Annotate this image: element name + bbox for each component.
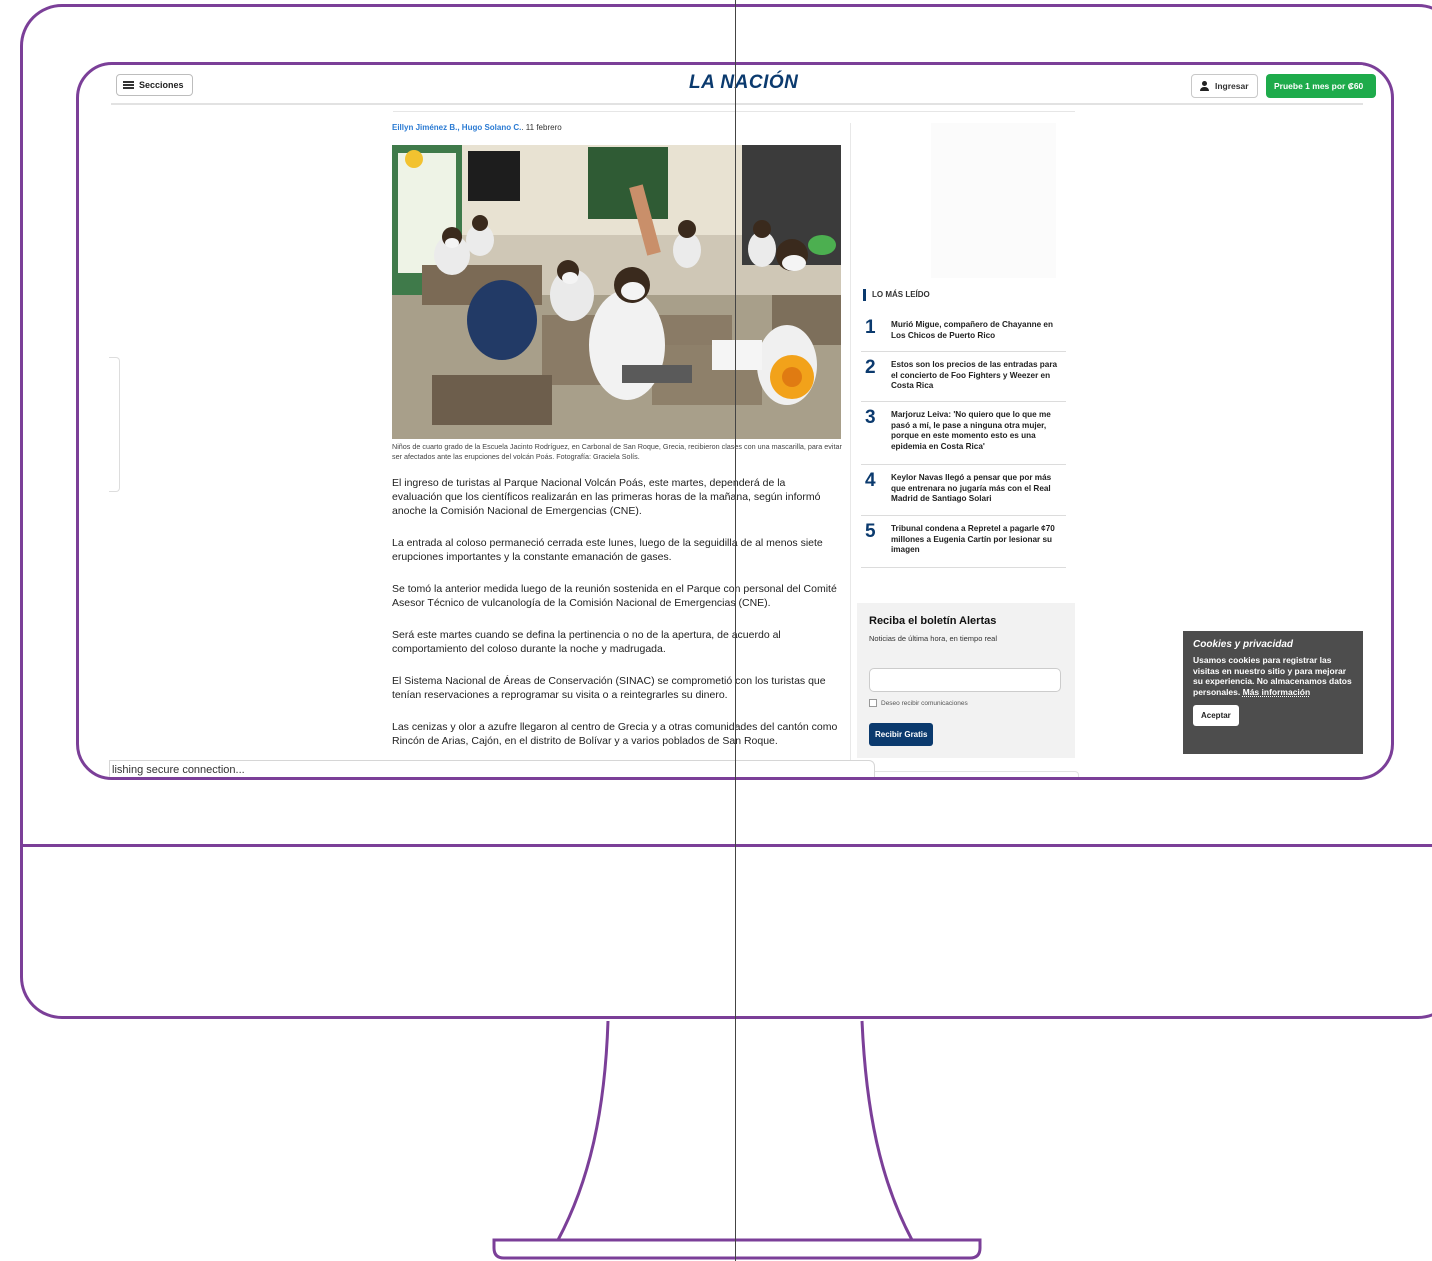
monitor-stand xyxy=(492,1020,982,1260)
center-guide-line xyxy=(735,0,736,1261)
